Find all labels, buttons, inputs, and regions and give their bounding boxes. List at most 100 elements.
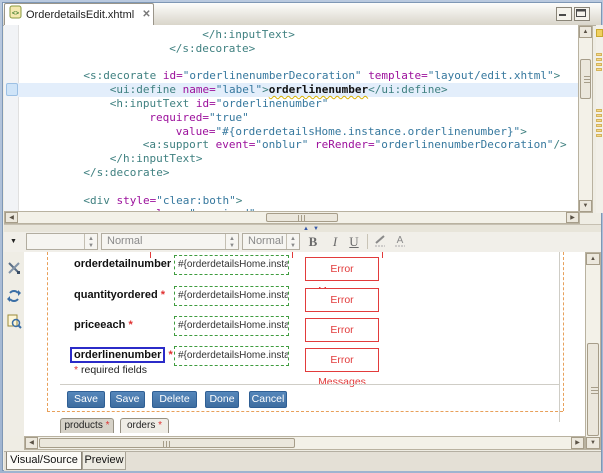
preferences-icon[interactable] xyxy=(6,260,22,276)
scroll-left-icon[interactable]: ◀ xyxy=(25,437,38,449)
annotation-mark[interactable] xyxy=(596,114,602,117)
combo-spinner-icon[interactable]: ▲▼ xyxy=(225,234,238,249)
annotation-mark[interactable] xyxy=(596,124,602,127)
close-icon[interactable]: ✕ xyxy=(142,9,150,20)
minimize-icon[interactable] xyxy=(556,7,572,21)
gutter-current-line-marker xyxy=(6,83,18,96)
scroll-right-icon[interactable]: ▶ xyxy=(566,212,579,223)
delete-button[interactable]: Delete xyxy=(152,391,197,408)
italic-button[interactable]: I xyxy=(326,233,344,250)
code-line[interactable]: </s:decorate> xyxy=(18,166,580,180)
code-lines[interactable]: </h:inputText></s:decorate><s:decorate i… xyxy=(18,25,580,211)
source-editor[interactable]: </h:inputText></s:decorate><s:decorate i… xyxy=(4,25,580,211)
toolbar-separator xyxy=(367,234,368,249)
source-gutter[interactable] xyxy=(4,25,19,211)
code-line[interactable] xyxy=(18,180,580,194)
save-button[interactable]: Save xyxy=(110,391,145,408)
vpe-canvas[interactable]: orderdetailnumber *#{orderdetailsHome.in… xyxy=(24,252,585,436)
code-line[interactable]: </h:inputText> xyxy=(18,28,580,42)
vpe-side-toolbar xyxy=(4,252,25,436)
done-button[interactable]: Done xyxy=(205,391,239,408)
annotation-mark[interactable] xyxy=(596,58,602,61)
form-border-right xyxy=(563,252,564,411)
scroll-up-icon[interactable]: ▲ xyxy=(586,253,600,265)
sub-tab-products[interactable]: products * xyxy=(60,418,114,433)
field-input[interactable]: #{orderdetailsHome.instan xyxy=(174,316,289,336)
scroll-down-icon[interactable]: ▼ xyxy=(579,200,592,212)
block-format-combo[interactable]: ▲▼ xyxy=(26,233,98,250)
refresh-icon[interactable] xyxy=(6,288,22,304)
code-line[interactable]: </h:inputText> xyxy=(18,152,580,166)
toolbar-menu-arrow-icon[interactable]: ▼ xyxy=(10,238,17,245)
page-tab-visual-source[interactable]: Visual/Source xyxy=(6,452,82,470)
error-messages-box[interactable]: Error Messages xyxy=(305,288,379,312)
editor-shell: <> OrderdetailsEdit.xhtml ✕ </h:inputTex… xyxy=(2,2,602,471)
annotation-overview-icon[interactable] xyxy=(596,29,603,37)
ide-window: <> OrderdetailsEdit.xhtml ✕ </h:inputTex… xyxy=(0,0,603,473)
xml-file-icon: <> xyxy=(9,5,22,24)
annotation-mark[interactable] xyxy=(596,53,602,56)
code-line[interactable]: <div style="clear:both"> xyxy=(18,194,580,208)
annotation-mark[interactable] xyxy=(596,129,602,132)
field-label[interactable]: priceeach * xyxy=(74,319,133,331)
font-name-combo[interactable]: Normal ▲▼ xyxy=(101,233,239,250)
page-tab-preview[interactable]: Preview xyxy=(82,452,126,470)
bold-button[interactable]: B xyxy=(304,233,322,250)
table-border xyxy=(559,252,560,422)
font-size-combo[interactable]: Normal ▲▼ xyxy=(242,233,300,250)
field-label[interactable]: quantityordered * xyxy=(74,289,165,301)
field-input[interactable]: #{orderdetailsHome.instan xyxy=(174,255,289,275)
annotation-mark[interactable] xyxy=(596,63,602,66)
code-line[interactable]: </s:decorate> xyxy=(18,42,580,56)
annotation-mark[interactable] xyxy=(596,134,602,137)
scroll-left-icon[interactable]: ◀ xyxy=(5,212,18,223)
required-fields-note[interactable]: * required fields xyxy=(74,364,147,376)
scroll-up-icon[interactable]: ▲ xyxy=(579,26,592,38)
code-line[interactable]: <ui:define name="label">orderlinenumber<… xyxy=(18,83,580,97)
annotation-mark[interactable] xyxy=(596,68,602,71)
underline-button[interactable]: U xyxy=(345,233,363,250)
error-messages-box[interactable]: Error Messages xyxy=(305,318,379,342)
scroll-right-icon[interactable]: ▶ xyxy=(571,437,584,449)
code-line[interactable]: required="true" xyxy=(18,111,580,125)
field-input[interactable]: #{orderdetailsHome.instan xyxy=(174,346,289,366)
code-line[interactable]: <s:decorate id="orderlinenumberDecoratio… xyxy=(18,69,580,83)
field-label[interactable]: orderlinenumber * xyxy=(74,349,173,361)
visual-hscrollbar-thumb[interactable] xyxy=(39,438,295,448)
page-tab-bar: Visual/SourcePreview xyxy=(4,451,601,471)
combo-spinner-icon[interactable]: ▲▼ xyxy=(84,234,97,249)
overview-ruler[interactable] xyxy=(596,25,603,213)
annotation-mark[interactable] xyxy=(596,109,602,112)
visual-hscrollbar[interactable]: ◀ ▶ xyxy=(24,436,585,450)
source-vscrollbar[interactable]: ▲ ▼ xyxy=(578,25,593,213)
error-messages-box[interactable]: Error Messages xyxy=(305,348,379,372)
maximize-icon[interactable] xyxy=(574,7,590,21)
code-line[interactable]: <a:support event="onblur" reRender="orde… xyxy=(18,138,580,152)
annotation-mark[interactable] xyxy=(596,119,602,122)
save-button[interactable]: Save xyxy=(67,391,105,408)
form-separator-line xyxy=(60,384,559,385)
editor-tab[interactable]: <> OrderdetailsEdit.xhtml ✕ xyxy=(4,3,154,25)
visual-vscrollbar-thumb[interactable] xyxy=(587,343,599,436)
error-messages-box[interactable]: Error Messages xyxy=(305,257,379,281)
visual-vscrollbar[interactable]: ▲ ▼ xyxy=(585,252,601,450)
scroll-down-icon[interactable]: ▼ xyxy=(586,437,600,449)
editor-tab-title: OrderdetailsEdit.xhtml xyxy=(26,9,134,21)
sub-tab-orders[interactable]: orders * xyxy=(120,418,169,433)
cancel-button[interactable]: Cancel xyxy=(249,391,287,408)
pencil-icon[interactable] xyxy=(373,234,391,249)
clipped-border-tick xyxy=(382,252,383,258)
source-vscrollbar-thumb[interactable] xyxy=(580,59,591,99)
source-hscrollbar[interactable]: ◀ ▶ xyxy=(4,211,580,224)
code-line[interactable] xyxy=(18,56,580,70)
combo-spinner-icon[interactable]: ▲▼ xyxy=(286,234,299,249)
page-design-options-icon[interactable] xyxy=(6,313,22,329)
clipped-border-tick xyxy=(292,252,293,258)
svg-text:<>: <> xyxy=(12,11,20,17)
field-input[interactable]: #{orderdetailsHome.instan xyxy=(174,286,289,306)
font-color-icon[interactable]: A xyxy=(393,234,411,249)
source-hscrollbar-thumb[interactable] xyxy=(266,213,338,222)
code-line[interactable]: <h:inputText id="orderlinenumber" xyxy=(18,97,580,111)
field-label[interactable]: orderdetailnumber * xyxy=(74,258,179,270)
code-line[interactable]: value="#{orderdetailsHome.instance.order… xyxy=(18,125,580,139)
